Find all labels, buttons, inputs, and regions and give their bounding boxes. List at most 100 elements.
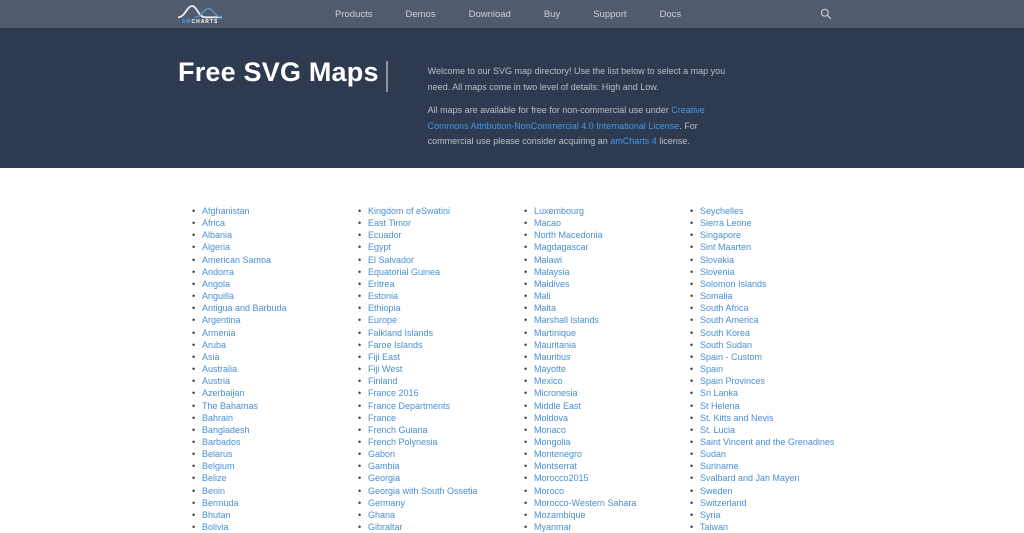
map-link[interactable]: South Sudan <box>683 339 849 351</box>
map-link[interactable]: Suriname <box>683 460 849 472</box>
map-link[interactable]: Myanmar <box>517 521 683 533</box>
map-link[interactable]: Slovakia <box>683 254 849 266</box>
map-link[interactable]: East Timor <box>351 217 517 229</box>
map-link[interactable]: Monaco <box>517 424 683 436</box>
map-link[interactable]: Ghana <box>351 509 517 521</box>
map-link[interactable]: Mozambique <box>517 509 683 521</box>
map-link[interactable]: Singapore <box>683 229 849 241</box>
map-link[interactable]: Armenia <box>185 327 351 339</box>
map-link[interactable]: Angola <box>185 278 351 290</box>
map-link[interactable]: Ethiopia <box>351 302 517 314</box>
map-link[interactable]: Kingdom of eSwatini <box>351 205 517 217</box>
map-link[interactable]: Mauritius <box>517 351 683 363</box>
map-link[interactable]: Spain <box>683 363 849 375</box>
nav-item-products[interactable]: Products <box>335 9 373 20</box>
map-link[interactable]: Switzerland <box>683 497 849 509</box>
map-link[interactable]: Mongolia <box>517 436 683 448</box>
map-link[interactable]: Algeria <box>185 241 351 253</box>
map-link[interactable]: France 2016 <box>351 387 517 399</box>
map-link[interactable]: Luxembourg <box>517 205 683 217</box>
map-link[interactable]: Somalia <box>683 290 849 302</box>
map-link[interactable]: Asia <box>185 351 351 363</box>
map-link[interactable]: Sri Lanka <box>683 387 849 399</box>
nav-item-docs[interactable]: Docs <box>660 9 682 20</box>
map-link[interactable]: South Korea <box>683 327 849 339</box>
map-link[interactable]: Sudan <box>683 448 849 460</box>
map-link[interactable]: Germany <box>351 497 517 509</box>
map-link[interactable]: Malta <box>517 302 683 314</box>
map-link[interactable]: Mauritania <box>517 339 683 351</box>
map-link[interactable]: Mali <box>517 290 683 302</box>
map-link[interactable]: Africa <box>185 217 351 229</box>
map-link[interactable]: Benin <box>185 485 351 497</box>
map-link[interactable]: Anguilla <box>185 290 351 302</box>
map-link[interactable]: Sweden <box>683 485 849 497</box>
map-link[interactable]: Marshall Islands <box>517 314 683 326</box>
map-link[interactable]: Australia <box>185 363 351 375</box>
map-link[interactable]: Morocco-Western Sahara <box>517 497 683 509</box>
map-link[interactable]: American Samoa <box>185 254 351 266</box>
map-link[interactable]: Fiji West <box>351 363 517 375</box>
map-link[interactable]: France Departments <box>351 400 517 412</box>
map-link[interactable]: Egypt <box>351 241 517 253</box>
map-link[interactable]: French Guiana <box>351 424 517 436</box>
map-link[interactable]: Malawi <box>517 254 683 266</box>
map-link[interactable]: Martinique <box>517 327 683 339</box>
map-link[interactable]: Gambia <box>351 460 517 472</box>
map-link[interactable]: Andorra <box>185 266 351 278</box>
map-link[interactable]: Falkland Islands <box>351 327 517 339</box>
map-link[interactable]: Aruba <box>185 339 351 351</box>
map-link[interactable]: Eritrea <box>351 278 517 290</box>
map-link[interactable]: Mexico <box>517 375 683 387</box>
map-link[interactable]: Svalbard and Jan Mayen <box>683 472 849 484</box>
map-link[interactable]: South Africa <box>683 302 849 314</box>
map-link[interactable]: South America <box>683 314 849 326</box>
map-link[interactable]: Solomon Islands <box>683 278 849 290</box>
map-link[interactable]: Spain - Custom <box>683 351 849 363</box>
map-link[interactable]: Slovenia <box>683 266 849 278</box>
map-link[interactable]: Sierra Leone <box>683 217 849 229</box>
map-link[interactable]: Bhutan <box>185 509 351 521</box>
map-link[interactable]: Fiji East <box>351 351 517 363</box>
map-link[interactable]: Micronesia <box>517 387 683 399</box>
map-link[interactable]: Antigua and Barbuda <box>185 302 351 314</box>
map-link[interactable]: St. Kitts and Nevis <box>683 412 849 424</box>
map-link[interactable]: Morocco2015 <box>517 472 683 484</box>
nav-item-buy[interactable]: Buy <box>544 9 560 20</box>
map-link[interactable]: Bahrain <box>185 412 351 424</box>
map-link[interactable]: Gibraltar <box>351 521 517 533</box>
map-link[interactable]: Estonia <box>351 290 517 302</box>
map-link[interactable]: El Salvador <box>351 254 517 266</box>
map-link[interactable]: Bangladesh <box>185 424 351 436</box>
map-link[interactable]: Belize <box>185 472 351 484</box>
map-link[interactable]: Georgia <box>351 472 517 484</box>
map-link[interactable]: Equatorial Guinea <box>351 266 517 278</box>
map-link[interactable]: Maldives <box>517 278 683 290</box>
map-link[interactable]: Seychelles <box>683 205 849 217</box>
map-link[interactable]: Barbados <box>185 436 351 448</box>
map-link[interactable]: Taiwan <box>683 521 849 533</box>
map-link[interactable]: Syria <box>683 509 849 521</box>
map-link[interactable]: Albania <box>185 229 351 241</box>
map-link[interactable]: The Bahamas <box>185 400 351 412</box>
map-link[interactable]: Sint Maarten <box>683 241 849 253</box>
nav-item-download[interactable]: Download <box>469 9 511 20</box>
map-link[interactable]: Ecuador <box>351 229 517 241</box>
map-link[interactable]: Macao <box>517 217 683 229</box>
map-link[interactable]: Montenegro <box>517 448 683 460</box>
map-link[interactable]: Spain Provinces <box>683 375 849 387</box>
map-link[interactable]: Azerbaijan <box>185 387 351 399</box>
map-link[interactable]: Afghanistan <box>185 205 351 217</box>
map-link[interactable]: Europe <box>351 314 517 326</box>
nav-item-demos[interactable]: Demos <box>406 9 436 20</box>
map-link[interactable]: Saint Vincent and the Grenadines <box>683 436 849 448</box>
map-link[interactable]: North Macedonia <box>517 229 683 241</box>
map-link[interactable]: Faroe Islands <box>351 339 517 351</box>
map-link[interactable]: Belarus <box>185 448 351 460</box>
map-link[interactable]: Belgium <box>185 460 351 472</box>
map-link[interactable]: Malaysia <box>517 266 683 278</box>
map-link[interactable]: Bermuda <box>185 497 351 509</box>
nav-item-support[interactable]: Support <box>593 9 626 20</box>
map-link[interactable]: Middle East <box>517 400 683 412</box>
map-link[interactable]: Gabon <box>351 448 517 460</box>
